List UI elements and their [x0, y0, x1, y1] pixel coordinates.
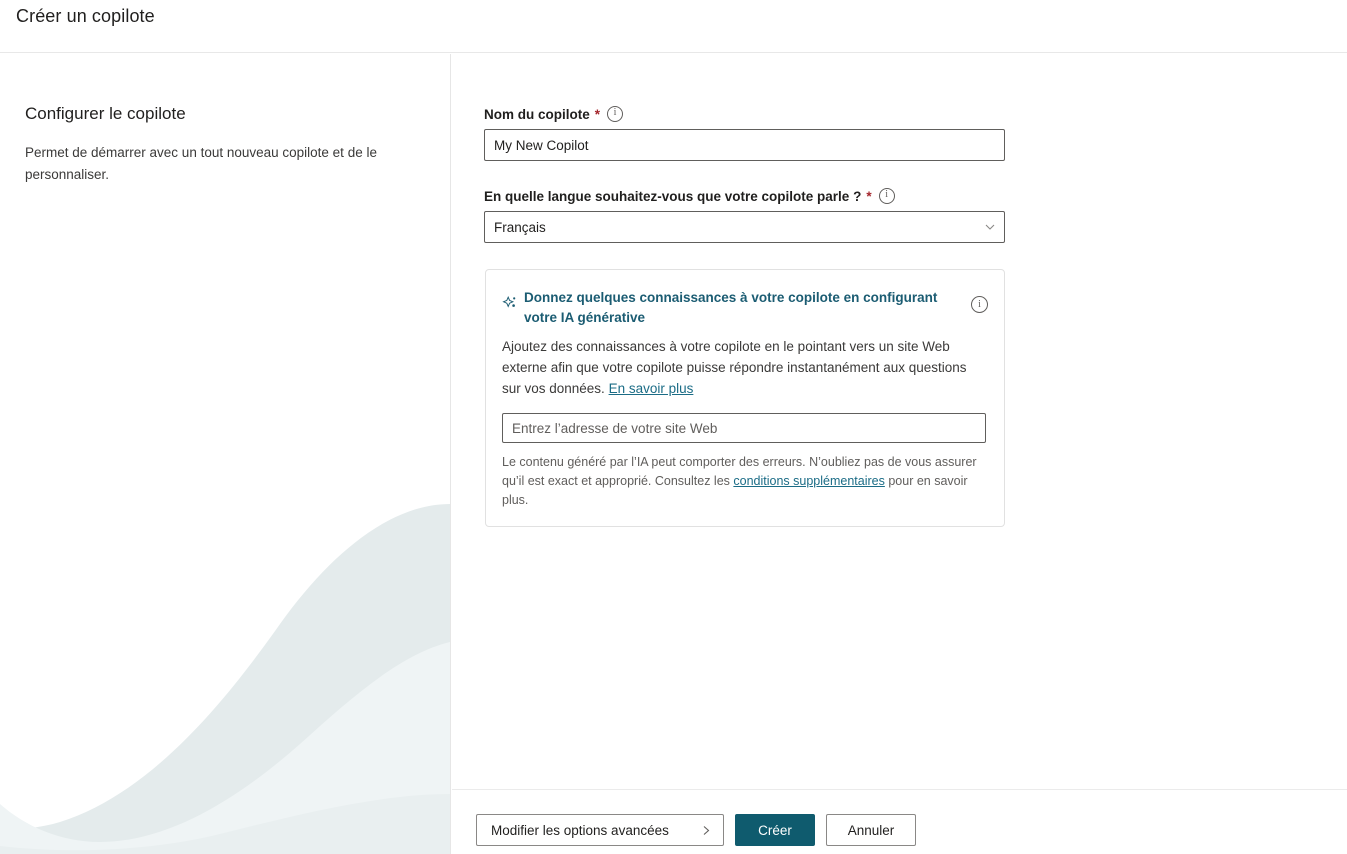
advanced-options-label: Modifier les options avancées — [491, 822, 669, 838]
additional-terms-link[interactable]: conditions supplémentaires — [733, 474, 884, 488]
generative-ai-header-row: Donnez quelques connaissances à votre co… — [502, 288, 988, 328]
generative-ai-title: Donnez quelques connaissances à votre co… — [524, 290, 938, 325]
info-icon[interactable] — [607, 106, 624, 122]
page-title: Créer un copilote — [16, 6, 155, 26]
info-icon[interactable] — [971, 296, 988, 313]
app-header: Créer un copilote — [0, 0, 1347, 53]
form-pane: Nom du copilote * En quelle langue souha… — [452, 54, 1347, 789]
language-field-block: En quelle langue souhaitez-vous que votr… — [484, 188, 1005, 243]
copilot-name-label-text: Nom du copilote — [484, 106, 590, 122]
left-pane-heading: Configurer le copilote — [25, 104, 186, 123]
copilot-name-label: Nom du copilote * — [484, 106, 1005, 122]
website-url-input[interactable] — [502, 413, 986, 443]
generative-ai-description-text: Ajoutez des connaissances à votre copilo… — [502, 339, 967, 396]
chevron-right-icon — [703, 825, 710, 835]
info-icon[interactable] — [878, 188, 895, 204]
ai-disclaimer: Le contenu généré par l’IA peut comporte… — [502, 453, 992, 510]
language-select-wrapper: Français — [484, 211, 1005, 243]
language-selected-value: Français — [494, 219, 546, 235]
create-button-label: Créer — [758, 822, 792, 838]
required-asterisk: * — [594, 106, 601, 122]
decorative-waves — [0, 504, 450, 854]
left-info-pane: Configurer le copilote Permet de démarre… — [0, 54, 451, 854]
cancel-button-label: Annuler — [847, 822, 895, 838]
generative-ai-card: Donnez quelques connaissances à votre co… — [485, 269, 1005, 527]
sparkle-icon — [502, 295, 516, 308]
footer-action-bar: Modifier les options avancées Créer Annu… — [452, 789, 1347, 854]
language-select[interactable]: Français — [484, 211, 1005, 243]
footer-buttons: Modifier les options avancées Créer Annu… — [476, 814, 916, 846]
language-label: En quelle langue souhaitez-vous que votr… — [484, 188, 1005, 204]
create-button[interactable]: Créer — [735, 814, 815, 846]
cancel-button[interactable]: Annuler — [826, 814, 916, 846]
left-pane-description: Permet de démarrer avec un tout nouveau … — [25, 145, 377, 182]
language-label-text: En quelle langue souhaitez-vous que votr… — [484, 188, 862, 204]
required-asterisk: * — [866, 188, 872, 204]
generative-ai-description: Ajoutez des connaissances à votre copilo… — [502, 336, 988, 399]
advanced-options-button[interactable]: Modifier les options avancées — [476, 814, 724, 846]
copilot-name-input[interactable] — [484, 129, 1005, 161]
learn-more-link[interactable]: En savoir plus — [609, 381, 694, 396]
copilot-name-field-block: Nom du copilote * — [484, 106, 1005, 161]
